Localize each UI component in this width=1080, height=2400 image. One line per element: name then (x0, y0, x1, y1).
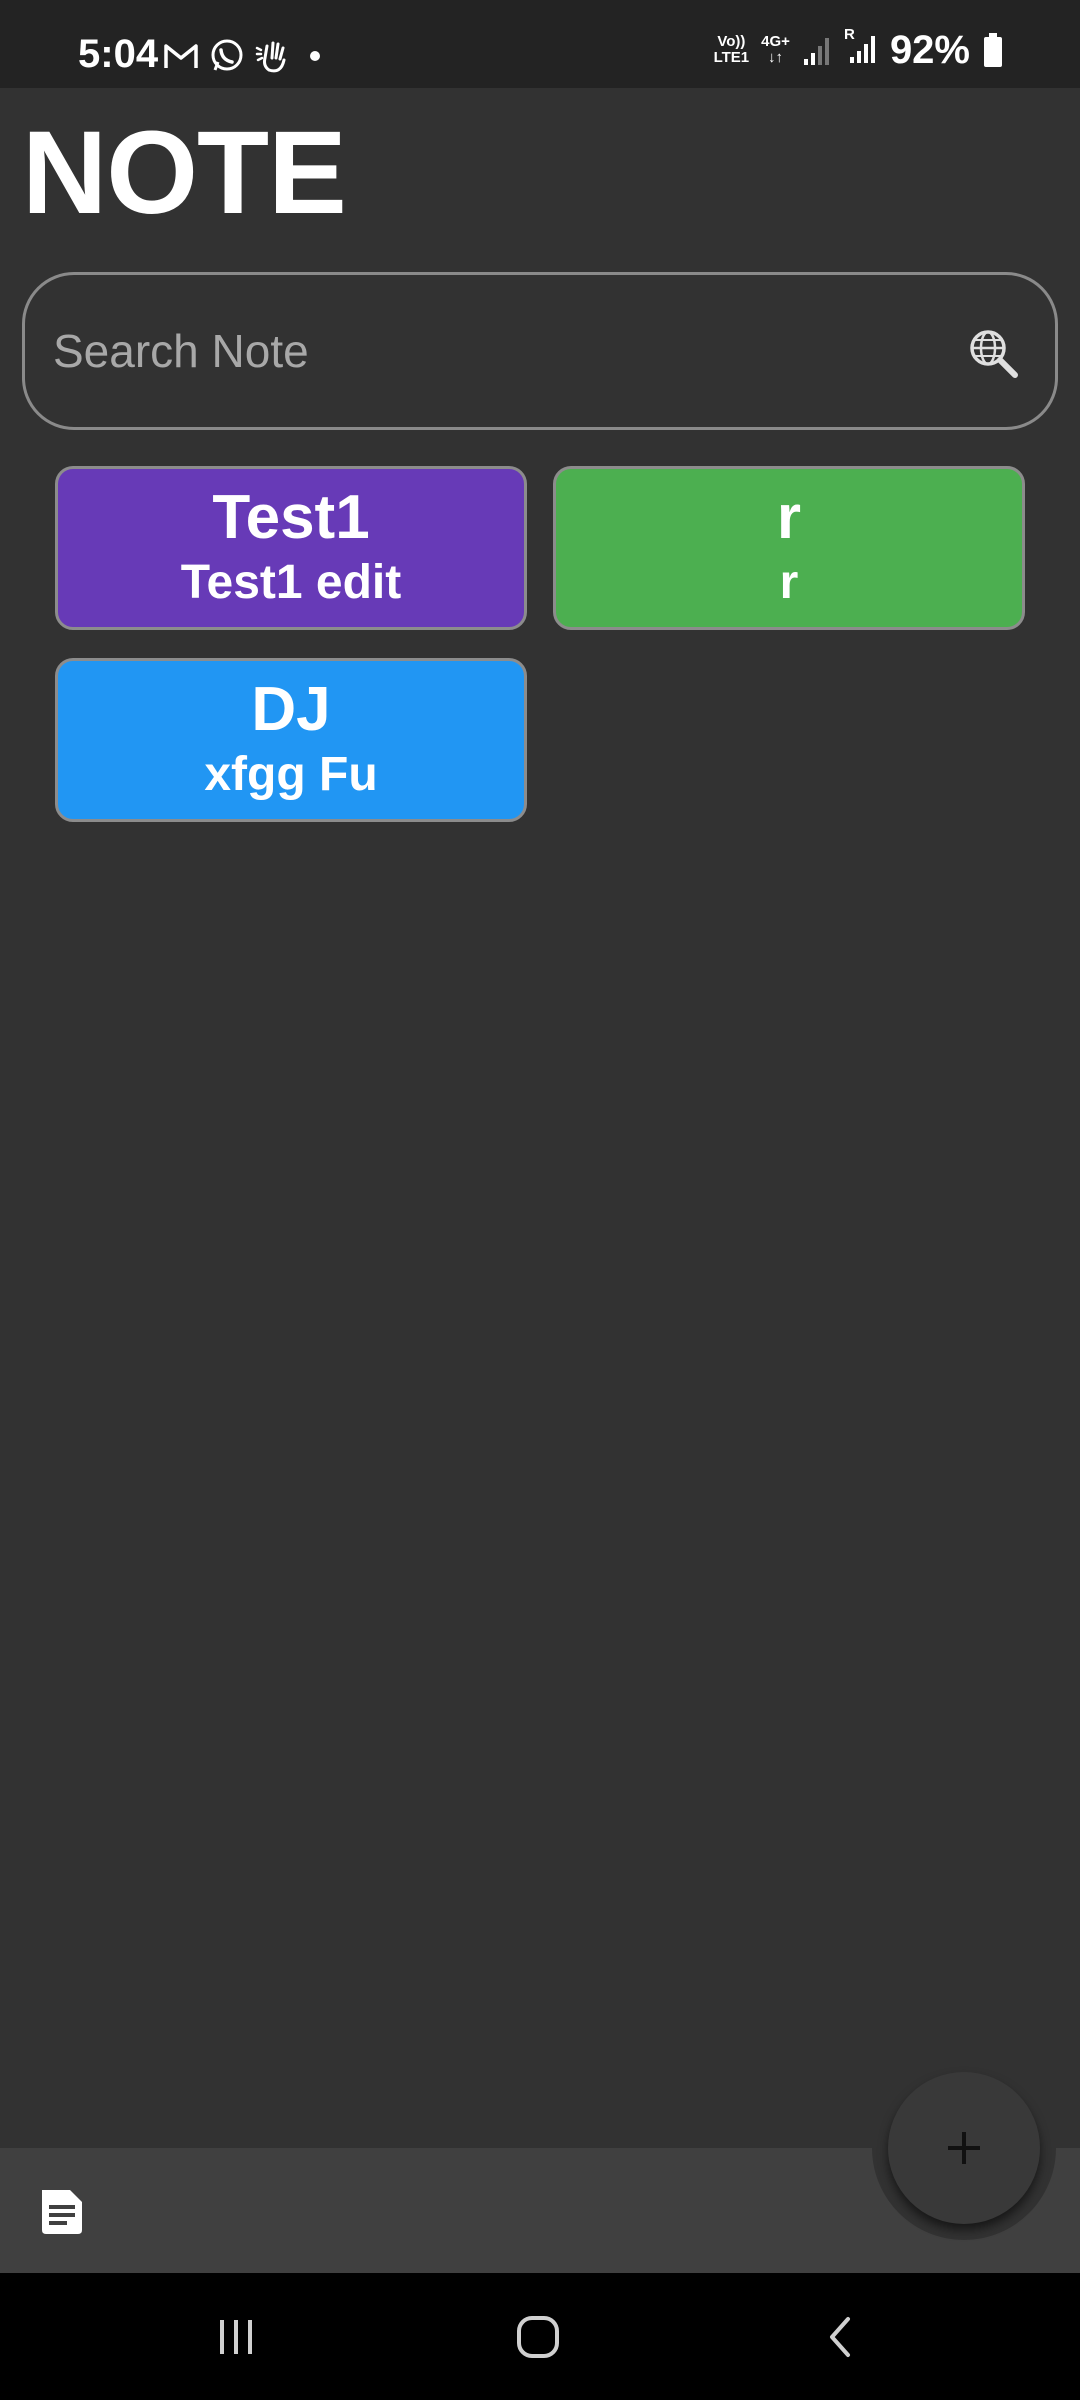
home-button[interactable] (478, 2273, 598, 2400)
signal-icon (803, 38, 829, 65)
back-button[interactable] (780, 2273, 900, 2400)
status-bar: 5:04 Vo)) LTE1 4G+ ↓↑ R 92% (0, 0, 1080, 88)
status-time: 5:04 (78, 32, 159, 76)
data-indicator: 4G+ ↓↑ (761, 33, 790, 66)
note-card[interactable]: DJ xfgg Fu (55, 658, 527, 822)
recents-icon (220, 2319, 252, 2354)
recents-button[interactable] (176, 2273, 296, 2400)
home-icon (517, 2315, 559, 2358)
battery-icon (984, 33, 1002, 67)
system-nav-bar (0, 2273, 1080, 2400)
notification-icons (163, 38, 327, 74)
note-title: r (776, 482, 802, 552)
battery-percent: 92% (889, 28, 970, 72)
wave-hand-icon (255, 41, 286, 73)
note-body: r (779, 555, 799, 609)
search-bar[interactable] (22, 272, 1058, 430)
volte-indicator: Vo)) LTE1 (713, 33, 750, 66)
gmail-icon (164, 44, 198, 68)
search-input[interactable] (53, 275, 933, 427)
dot-icon (310, 51, 320, 61)
back-icon (830, 2316, 850, 2357)
whatsapp-icon (211, 39, 243, 71)
note-card[interactable]: r r (553, 466, 1025, 630)
note-body: Test1 edit (180, 555, 402, 609)
add-note-button[interactable] (888, 2072, 1040, 2224)
note-title: DJ (251, 674, 331, 744)
page-title: NOTE (22, 107, 347, 239)
note-title: Test1 (212, 482, 370, 552)
notes-list-icon[interactable] (36, 2186, 88, 2238)
globe-search-icon[interactable] (967, 327, 1019, 379)
plus-icon (948, 2132, 980, 2164)
status-right: Vo)) LTE1 4G+ ↓↑ R 92% (713, 26, 1004, 72)
roaming-signal: R (844, 26, 878, 70)
note-body: xfgg Fu (204, 747, 378, 801)
roaming-indicator: R (843, 25, 855, 43)
note-card[interactable]: Test1 Test1 edit (55, 466, 527, 630)
notes-screen: 5:04 Vo)) LTE1 4G+ ↓↑ R 92% NOTE Search … (0, 0, 1080, 2400)
